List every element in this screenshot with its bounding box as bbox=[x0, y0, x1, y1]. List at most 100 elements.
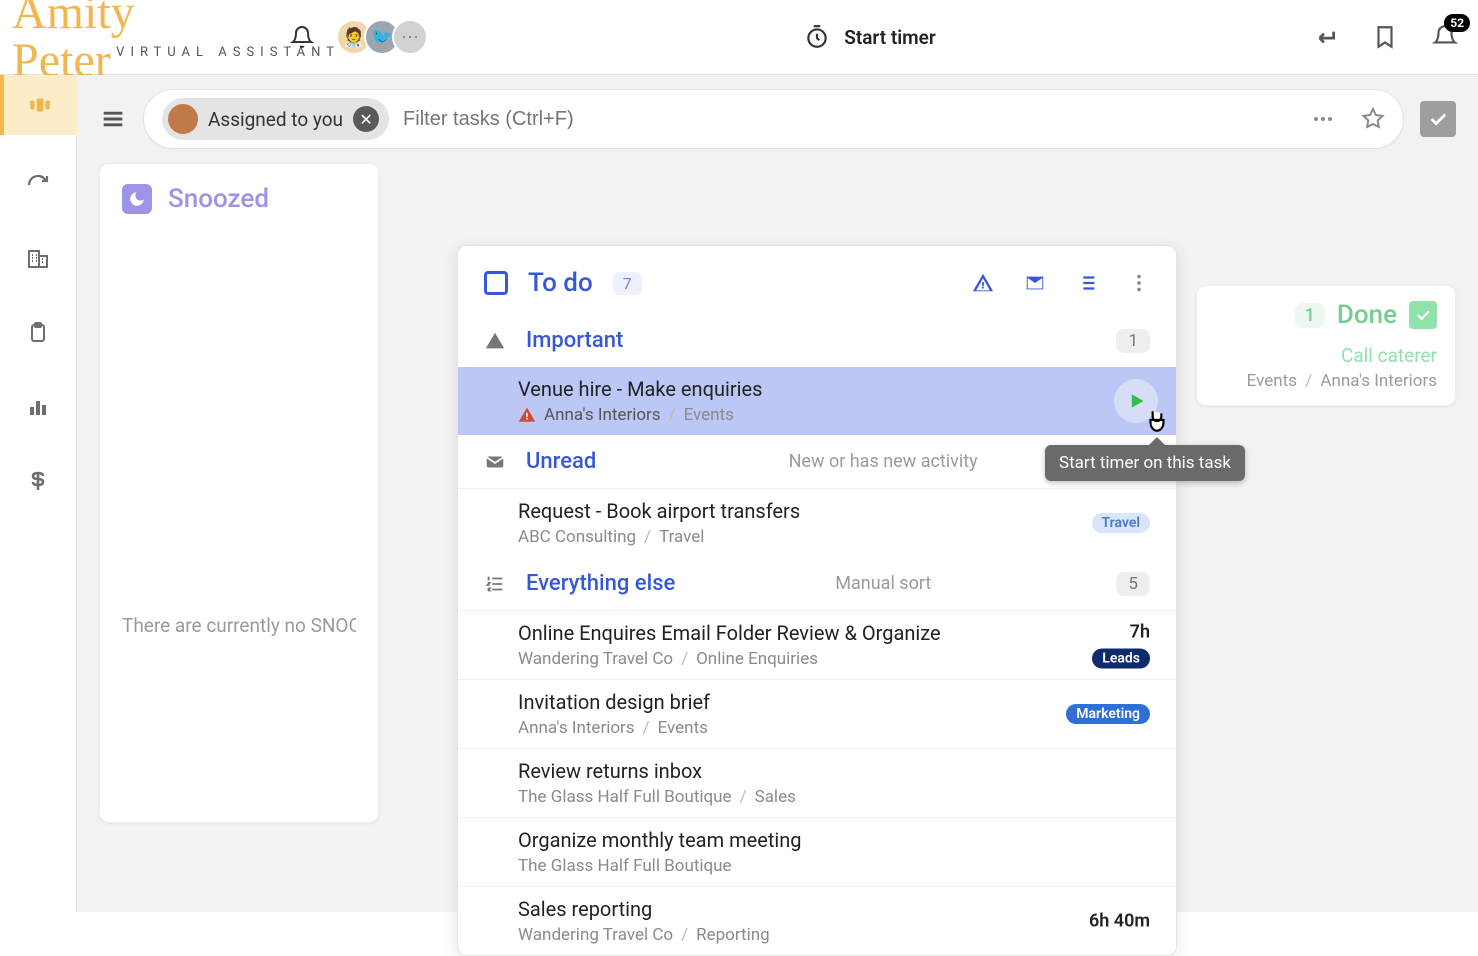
mail-icon[interactable] bbox=[1024, 272, 1046, 294]
star-icon[interactable] bbox=[1361, 107, 1385, 131]
logo-script: Amity Peter bbox=[12, 0, 152, 85]
tag-leads: Leads bbox=[1092, 649, 1150, 669]
task-meta: 6h 40m bbox=[1089, 911, 1150, 932]
section-else-count: 5 bbox=[1116, 572, 1150, 596]
warning-small-icon bbox=[518, 406, 536, 424]
triangle-icon bbox=[484, 330, 506, 352]
snoozed-header: Snoozed bbox=[122, 184, 356, 214]
menu-icon[interactable] bbox=[99, 105, 127, 133]
notifications-badge: 52 bbox=[1444, 14, 1470, 32]
warning-icon[interactable] bbox=[972, 272, 994, 294]
filter-right-icons bbox=[1311, 107, 1385, 131]
todo-title: To do bbox=[528, 268, 593, 298]
list-icon[interactable] bbox=[1076, 272, 1098, 294]
assigned-chip[interactable]: Assigned to you ✕ bbox=[162, 98, 389, 140]
task-airport-transfers[interactable]: Request - Book airport transfers ABC Con… bbox=[458, 488, 1176, 557]
task-time: 6h 40m bbox=[1089, 911, 1150, 932]
task-title: Request - Book airport transfers bbox=[518, 499, 1150, 523]
done-header: 1 Done bbox=[1215, 300, 1437, 330]
done-column: 1 Done Call caterer Events / Anna's Inte… bbox=[1196, 285, 1456, 406]
avatar-stack[interactable]: 🧑‍⚕️ 🐦 ⋯ bbox=[344, 19, 428, 55]
logo: Amity Peter VIRTUAL ASSISTANT bbox=[0, 0, 340, 85]
chip-label: Assigned to you bbox=[208, 108, 343, 131]
task-meta: Marketing bbox=[1066, 704, 1150, 724]
section-unread-title: Unread bbox=[526, 449, 596, 474]
top-header: Amity Peter VIRTUAL ASSISTANT 🧑‍⚕️ 🐦 ⋯ S… bbox=[0, 0, 1478, 75]
filter-row: Assigned to you ✕ bbox=[77, 89, 1478, 163]
toggle-done-icon[interactable] bbox=[1420, 101, 1456, 137]
tooltip-start-timer: Start timer on this task bbox=[1045, 445, 1245, 481]
done-task-title: Call caterer bbox=[1215, 344, 1437, 367]
task-meta: 7h Leads bbox=[1092, 622, 1150, 669]
envelope-icon bbox=[484, 451, 506, 473]
task-invitation-brief[interactable]: Invitation design brief Anna's Interiors… bbox=[458, 679, 1176, 748]
left-rail bbox=[0, 75, 77, 912]
task-path: Anna's Interiors / Events bbox=[518, 405, 1150, 425]
reply-icon[interactable] bbox=[1312, 24, 1338, 50]
snoozed-empty-text: There are currently no SNOOZED tasks bbox=[122, 614, 356, 637]
numbered-list-icon bbox=[484, 573, 506, 595]
section-important[interactable]: Important 1 bbox=[458, 314, 1176, 367]
section-unread-desc: New or has new activity bbox=[789, 451, 978, 472]
section-else[interactable]: Everything else Manual sort 5 bbox=[458, 557, 1176, 610]
task-path: Wandering Travel Co / Online Enquiries bbox=[518, 649, 1150, 669]
notifications-icon[interactable]: 52 bbox=[1432, 24, 1458, 50]
task-title: Organize monthly team meeting bbox=[518, 828, 1150, 852]
rail-building[interactable] bbox=[14, 235, 62, 283]
rail-analytics[interactable] bbox=[14, 383, 62, 431]
task-venue-hire[interactable]: Venue hire - Make enquiries Anna's Inter… bbox=[458, 367, 1176, 435]
task-review-returns[interactable]: Review returns inbox The Glass Half Full… bbox=[458, 748, 1176, 817]
section-else-desc: Manual sort bbox=[835, 573, 931, 594]
filter-bar: Assigned to you ✕ bbox=[143, 89, 1404, 149]
done-task[interactable]: Call caterer Events / Anna's Interiors bbox=[1215, 344, 1437, 391]
task-title: Online Enquires Email Folder Review & Or… bbox=[518, 621, 1150, 645]
header-timer[interactable]: Start timer bbox=[428, 24, 1312, 50]
moon-icon bbox=[122, 184, 152, 214]
task-time: 7h bbox=[1130, 622, 1150, 643]
start-timer-label: Start timer bbox=[844, 26, 935, 49]
task-path: The Glass Half Full Boutique / Sales bbox=[518, 787, 1150, 807]
cursor-icon bbox=[1144, 408, 1170, 434]
task-path: ABC Consulting / Travel bbox=[518, 527, 1150, 547]
tag-marketing: Marketing bbox=[1066, 704, 1150, 724]
section-important-count: 1 bbox=[1116, 329, 1150, 353]
bell-icon[interactable] bbox=[290, 25, 314, 49]
checkbox-icon[interactable] bbox=[484, 271, 508, 295]
section-important-title: Important bbox=[526, 328, 623, 353]
done-title: Done bbox=[1337, 300, 1397, 330]
todo-header: To do 7 bbox=[458, 246, 1176, 314]
tag-travel: Travel bbox=[1092, 513, 1150, 533]
task-sales-reporting[interactable]: Sales reporting Wandering Travel Co / Re… bbox=[458, 886, 1176, 955]
filter-input[interactable] bbox=[403, 108, 1297, 131]
task-online-enquires[interactable]: Online Enquires Email Folder Review & Or… bbox=[458, 610, 1176, 679]
task-team-meeting[interactable]: Organize monthly team meeting The Glass … bbox=[458, 817, 1176, 886]
section-else-title: Everything else bbox=[526, 571, 675, 596]
task-title: Venue hire - Make enquiries bbox=[518, 377, 1150, 401]
done-task-path: Events / Anna's Interiors bbox=[1215, 371, 1437, 391]
rail-refresh[interactable] bbox=[14, 161, 62, 209]
done-count: 1 bbox=[1295, 303, 1325, 328]
header-right: 52 bbox=[1312, 24, 1458, 50]
chip-remove-icon[interactable]: ✕ bbox=[353, 106, 379, 132]
task-path: Wandering Travel Co / Reporting bbox=[518, 925, 1150, 945]
rail-clipboard[interactable] bbox=[14, 309, 62, 357]
more-icon[interactable] bbox=[1311, 107, 1335, 131]
snoozed-title: Snoozed bbox=[168, 184, 269, 214]
task-path: Anna's Interiors / Events bbox=[518, 718, 1150, 738]
task-path: The Glass Half Full Boutique bbox=[518, 856, 1150, 876]
avatar-more[interactable]: ⋯ bbox=[392, 19, 428, 55]
snoozed-column: Snoozed There are currently no SNOOZED t… bbox=[99, 163, 379, 823]
bookmark-icon[interactable] bbox=[1372, 24, 1398, 50]
task-title: Review returns inbox bbox=[518, 759, 1150, 783]
task-meta: Travel bbox=[1092, 513, 1150, 533]
chip-avatar bbox=[168, 104, 198, 134]
todo-count: 7 bbox=[613, 272, 642, 295]
rail-billing[interactable] bbox=[14, 457, 62, 505]
main-area: Assigned to you ✕ Snoozed bbox=[77, 75, 1478, 912]
kebab-icon[interactable] bbox=[1128, 272, 1150, 294]
task-title: Invitation design brief bbox=[518, 690, 1150, 714]
rail-tasks[interactable] bbox=[0, 75, 77, 135]
task-title: Sales reporting bbox=[518, 897, 1150, 921]
todo-panel: To do 7 Important 1 Venue h bbox=[457, 245, 1177, 956]
check-icon bbox=[1409, 301, 1437, 329]
